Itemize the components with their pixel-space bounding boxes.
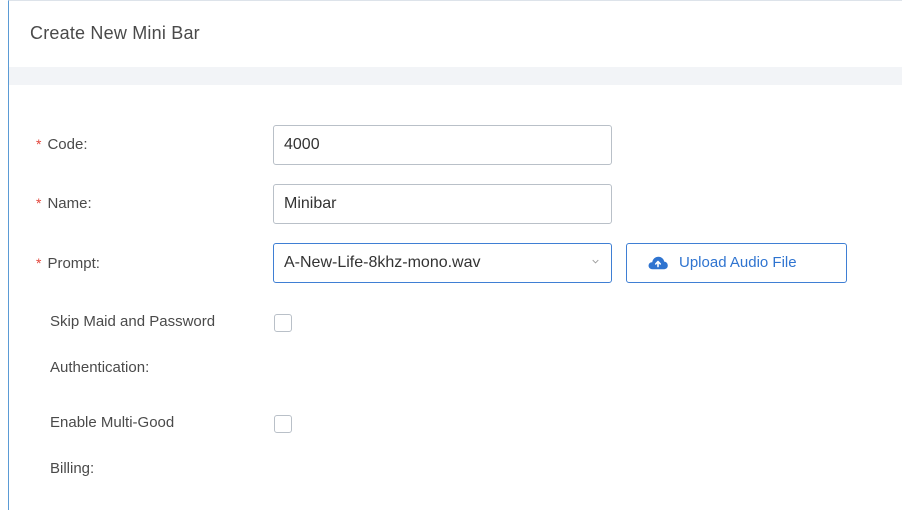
required-marker: * [36, 195, 42, 211]
cloud-upload-icon [648, 256, 668, 270]
name-input[interactable]: Minibar [273, 184, 612, 224]
required-marker: * [36, 255, 42, 271]
multi-good-label: Enable Multi-Good Billing: [50, 414, 175, 477]
name-label: * Name: [36, 195, 92, 212]
code-label: * Code: [36, 136, 88, 153]
chevron-down-icon [592, 259, 599, 264]
prompt-selected-value: A-New-Life-8khz-mono.wav [284, 254, 481, 271]
create-minibar-panel: Create New Mini Bar * Code: 4000 * Name: M… [8, 0, 902, 510]
code-input[interactable]: 4000 [273, 125, 612, 165]
header-band [9, 67, 902, 85]
prompt-select[interactable]: A-New-Life-8khz-mono.wav [273, 243, 612, 283]
multi-good-checkbox[interactable] [274, 415, 292, 433]
required-marker: * [36, 136, 42, 152]
upload-audio-file-button[interactable]: Upload Audio File [626, 243, 847, 283]
skip-auth-checkbox[interactable] [274, 314, 292, 332]
upload-button-label: Upload Audio File [679, 254, 797, 271]
panel-header: Create New Mini Bar [9, 1, 902, 68]
prompt-label: * Prompt: [36, 255, 100, 272]
skip-auth-label: Skip Maid and Password Authentication: [50, 313, 216, 376]
page-title: Create New Mini Bar [30, 23, 200, 43]
